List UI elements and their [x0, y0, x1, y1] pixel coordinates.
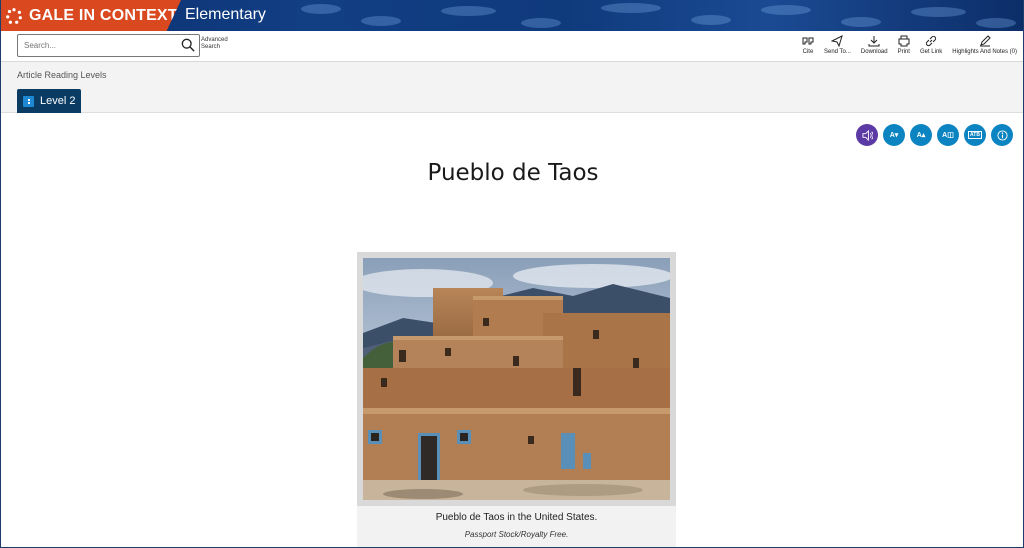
figure-caption-area: Pueblo de Taos in the United States. Pas… [357, 506, 676, 547]
cite-button[interactable]: Cite [802, 35, 814, 55]
advanced-search-link[interactable]: Advanced Search [201, 37, 231, 51]
toolbar: Advanced Search Cite Send To... Download… [1, 31, 1023, 62]
get-link-button[interactable]: Get Link [920, 35, 942, 55]
level-tab-label: Level 2 [40, 95, 76, 107]
app-frame: GALE IN CONTEXT Elementary Advanced Sear… [0, 0, 1024, 548]
get-link-label: Get Link [919, 49, 943, 55]
search-icon[interactable] [181, 38, 195, 52]
font-style-button[interactable]: A ◫ [937, 124, 959, 146]
font-decrease-label: A [889, 131, 895, 139]
print-button[interactable]: Print [898, 35, 910, 55]
translate-button[interactable]: ATB [964, 124, 986, 146]
search-input[interactable] [18, 35, 178, 56]
send-to-button[interactable]: Send To... [824, 35, 851, 55]
download-label: Download [860, 49, 888, 55]
article-title: Pueblo de Taos [427, 160, 599, 186]
download-icon [868, 36, 880, 47]
translate-label: ATB [968, 131, 982, 139]
brand-name: GALE IN CONTEXT [29, 6, 178, 24]
search-box [17, 34, 200, 57]
gale-logo[interactable]: GALE IN CONTEXT [1, 0, 181, 31]
reading-levels-label: Article Reading Levels [17, 70, 107, 80]
tab-level-2[interactable]: Level 2 [17, 89, 81, 113]
font-decrease-button[interactable]: A ▾ [883, 124, 905, 146]
font-increase-button[interactable]: A ▴ [910, 124, 932, 146]
header-banner: GALE IN CONTEXT Elementary [1, 0, 1023, 31]
reading-levels-bar: Article Reading Levels Level 2 [1, 62, 1023, 113]
listen-button[interactable] [856, 124, 878, 146]
gale-logo-icon [6, 7, 22, 24]
link-icon [926, 35, 937, 47]
product-name: Elementary [185, 6, 266, 23]
reader-controls: A ▾ A ▴ A ◫ ATB [851, 124, 1013, 146]
quote-icon [802, 37, 814, 45]
pencil-icon [979, 35, 991, 47]
print-label: Print [897, 49, 910, 55]
font-increase-label: A [916, 131, 922, 139]
figure-card: Pueblo de Taos in the United States. Pas… [357, 252, 676, 547]
send-icon [831, 35, 844, 47]
cite-label: Cite [802, 49, 814, 55]
info-button[interactable] [991, 124, 1013, 146]
speaker-icon [861, 129, 873, 141]
print-icon [898, 35, 910, 47]
highlights-notes-label: Highlights And Notes (0) [952, 49, 1017, 55]
tool-buttons: Cite Send To... Download Print Get Link … [792, 35, 1017, 55]
download-button[interactable]: Download [861, 35, 888, 55]
pueblo-photo [363, 258, 670, 500]
info-icon [996, 129, 1008, 141]
font-style-label: A [942, 131, 948, 139]
level-icon [23, 95, 34, 107]
article-image[interactable] [363, 258, 670, 500]
send-to-label: Send To... [823, 49, 851, 55]
figure-credit: Passport Stock/Royalty Free. [464, 530, 569, 539]
highlights-notes-button[interactable]: Highlights And Notes (0) [952, 35, 1017, 55]
figure-caption: Pueblo de Taos in the United States. [435, 512, 598, 523]
